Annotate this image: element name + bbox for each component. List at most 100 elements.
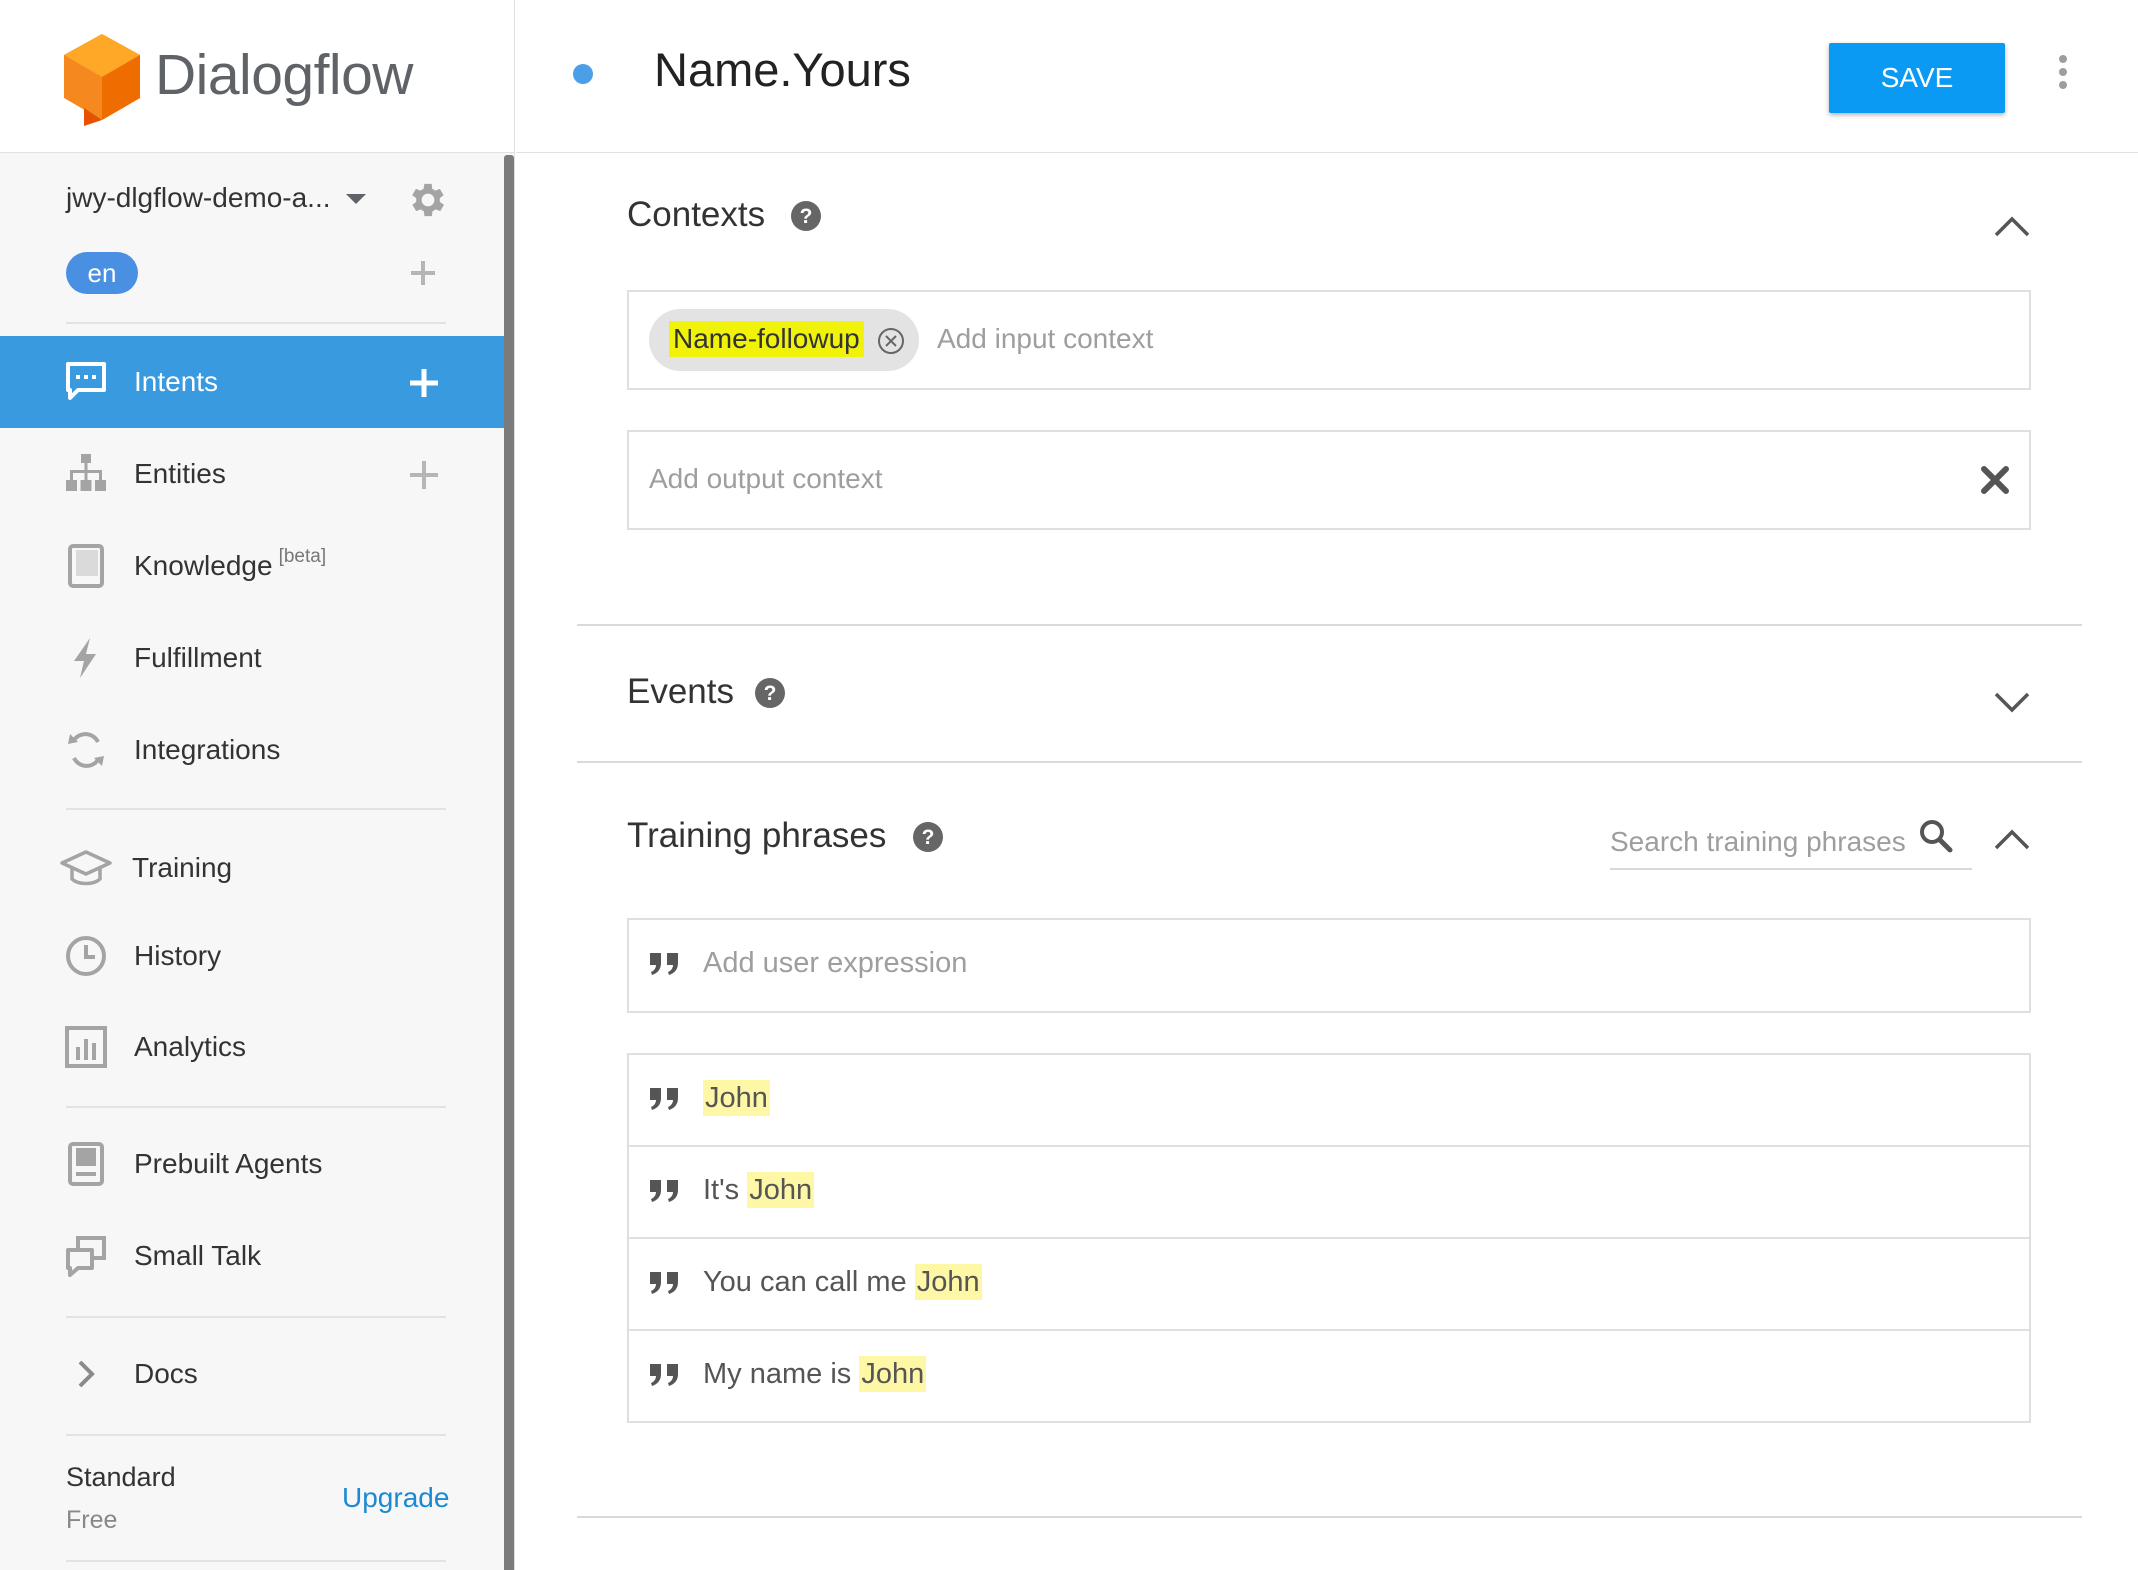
clear-icon[interactable]	[1979, 464, 2011, 496]
phrase-prefix: You can call me	[703, 1266, 915, 1298]
entity-annotation[interactable]: John	[859, 1356, 927, 1392]
agent-name[interactable]: jwy-dlgflow-demo-a...	[66, 182, 331, 214]
save-button[interactable]: SAVE	[1829, 43, 2005, 113]
upgrade-link[interactable]: Upgrade	[342, 1482, 449, 1514]
chevron-right-icon	[78, 1360, 95, 1388]
training-phrase-text[interactable]: It's John	[703, 1172, 815, 1208]
sidebar-item-fulfillment[interactable]: Fulfillment	[0, 612, 505, 704]
add-expression-row[interactable]: Add user expression	[629, 920, 2029, 1012]
context-chip[interactable]: Name-followup	[649, 309, 919, 371]
input-context-field[interactable]: Name-followup Add input context	[627, 290, 2031, 390]
sidebar-divider	[66, 1434, 446, 1436]
plan-name: Standard	[66, 1462, 176, 1492]
sidebar-item-entities[interactable]: Entities	[0, 428, 505, 520]
section-divider	[577, 624, 2082, 626]
beta-badge: [beta]	[278, 546, 327, 567]
sidebar-divider	[66, 322, 446, 324]
events-title: Events	[627, 672, 734, 711]
sidebar-item-label: Integrations	[134, 734, 281, 765]
brand-name: Dialogflow	[155, 43, 413, 107]
contexts-title: Contexts	[627, 195, 766, 234]
svg-text:?: ?	[800, 205, 813, 228]
training-phrase-text[interactable]: My name is John	[703, 1356, 927, 1392]
training-phrase-text[interactable]: You can call me John	[703, 1264, 982, 1300]
training-search[interactable]	[1610, 812, 1972, 870]
add-intent-plus-icon[interactable]	[408, 367, 440, 399]
entity-annotation[interactable]: John	[703, 1080, 770, 1116]
add-user-expression-placeholder[interactable]: Add user expression	[703, 947, 967, 980]
chat-icon	[66, 362, 106, 400]
chevron-up-icon[interactable]	[1992, 213, 2032, 239]
help-icon[interactable]: ?	[754, 677, 786, 709]
section-divider	[577, 1516, 2082, 1518]
intent-name[interactable]: Name.Yours	[654, 42, 911, 97]
quote-icon	[650, 1364, 678, 1386]
search-icon[interactable]	[1918, 818, 1954, 854]
sidebar-item-label: Training	[132, 852, 233, 883]
entity-annotation[interactable]: John	[914, 1264, 982, 1300]
sidebar-item-training[interactable]: Training	[0, 822, 505, 914]
sitemap-icon	[66, 454, 106, 491]
chevron-down-icon[interactable]	[1992, 688, 2032, 714]
sidebar-item-label: Analytics	[134, 1031, 247, 1062]
bolt-icon	[74, 638, 96, 678]
sidebar-item-intents[interactable]: Intents	[0, 336, 505, 428]
sidebar-item-small-talk[interactable]: Small Talk	[0, 1210, 505, 1302]
graduation-cap-icon	[60, 850, 112, 886]
add-user-expression-field[interactable]: Add user expression	[627, 918, 2031, 1013]
training-phrase-text[interactable]: John	[703, 1080, 770, 1116]
brand-header: Dialogflow	[0, 0, 514, 153]
training-phrase-list: John It's John You can call me John My n…	[627, 1053, 2031, 1423]
output-context-field[interactable]: Add output context	[627, 430, 2031, 530]
sidebar-item-label: Prebuilt Agents	[134, 1148, 323, 1179]
output-context-placeholder[interactable]: Add output context	[649, 463, 883, 495]
add-entity-plus-icon[interactable]	[408, 459, 440, 491]
sidebar-item-analytics[interactable]: Analytics	[0, 1001, 505, 1093]
section-divider	[577, 761, 2082, 763]
search-training-input[interactable]	[1610, 822, 1920, 862]
help-icon[interactable]: ?	[790, 200, 822, 232]
sync-icon	[68, 732, 104, 768]
phrase-prefix: My name is	[703, 1358, 860, 1390]
language-chip[interactable]: en	[66, 252, 138, 294]
training-phrase-row[interactable]: My name is John	[629, 1331, 2029, 1423]
help-icon[interactable]: ?	[912, 821, 944, 853]
input-context-placeholder[interactable]: Add input context	[937, 323, 1153, 355]
chevron-up-icon[interactable]	[1992, 826, 2032, 852]
sidebar-item-label: Intents	[134, 366, 219, 397]
entity-annotation[interactable]: John	[747, 1172, 815, 1208]
sidebar-item-label: Entities	[134, 458, 226, 489]
sidebar-divider	[66, 1106, 446, 1108]
phrase-prefix: It's	[703, 1174, 748, 1206]
speech-bubbles-icon	[66, 1236, 106, 1277]
sidebar-item-label: Docs	[134, 1358, 198, 1389]
training-phrase-row[interactable]: John	[629, 1055, 2029, 1147]
caret-down-icon[interactable]	[346, 194, 366, 204]
gear-icon[interactable]	[406, 178, 450, 222]
training-phrase-row[interactable]: It's John	[629, 1147, 2029, 1239]
clock-icon	[66, 936, 106, 976]
sidebar-divider	[66, 808, 446, 810]
sidebar-item-knowledge[interactable]: Knowledge [beta]	[0, 520, 505, 612]
sidebar-item-history[interactable]: History	[0, 910, 505, 1002]
sidebar-item-docs[interactable]: Docs	[0, 1328, 505, 1420]
remove-context-icon[interactable]	[877, 327, 905, 355]
more-vert-icon[interactable]	[2057, 54, 2069, 90]
quote-icon	[650, 1088, 678, 1110]
sidebar-scrollbar[interactable]	[504, 155, 514, 1570]
sidebar-item-integrations[interactable]: Integrations	[0, 704, 505, 796]
training-phrase-row[interactable]: You can call me John	[629, 1239, 2029, 1331]
dialogflow-logo-icon	[64, 34, 140, 126]
sidebar-item-label: Knowledge	[134, 550, 273, 581]
sidebar-item-label: History	[134, 940, 222, 971]
intent-header: Name.Yours SAVE	[516, 0, 2138, 153]
sidebar-divider	[66, 1316, 446, 1318]
svg-text:?: ?	[922, 826, 935, 849]
agent-selector[interactable]: jwy-dlgflow-demo-a...	[66, 178, 456, 222]
add-language-plus-icon[interactable]	[408, 258, 438, 288]
sidebar-item-label: Fulfillment	[134, 642, 262, 673]
sidebar: Dialogflow jwy-dlgflow-demo-a... en Inte…	[0, 0, 515, 1570]
svg-text:?: ?	[764, 682, 777, 705]
sidebar-item-prebuilt-agents[interactable]: Prebuilt Agents	[0, 1118, 505, 1210]
bar-chart-icon	[65, 1026, 107, 1068]
